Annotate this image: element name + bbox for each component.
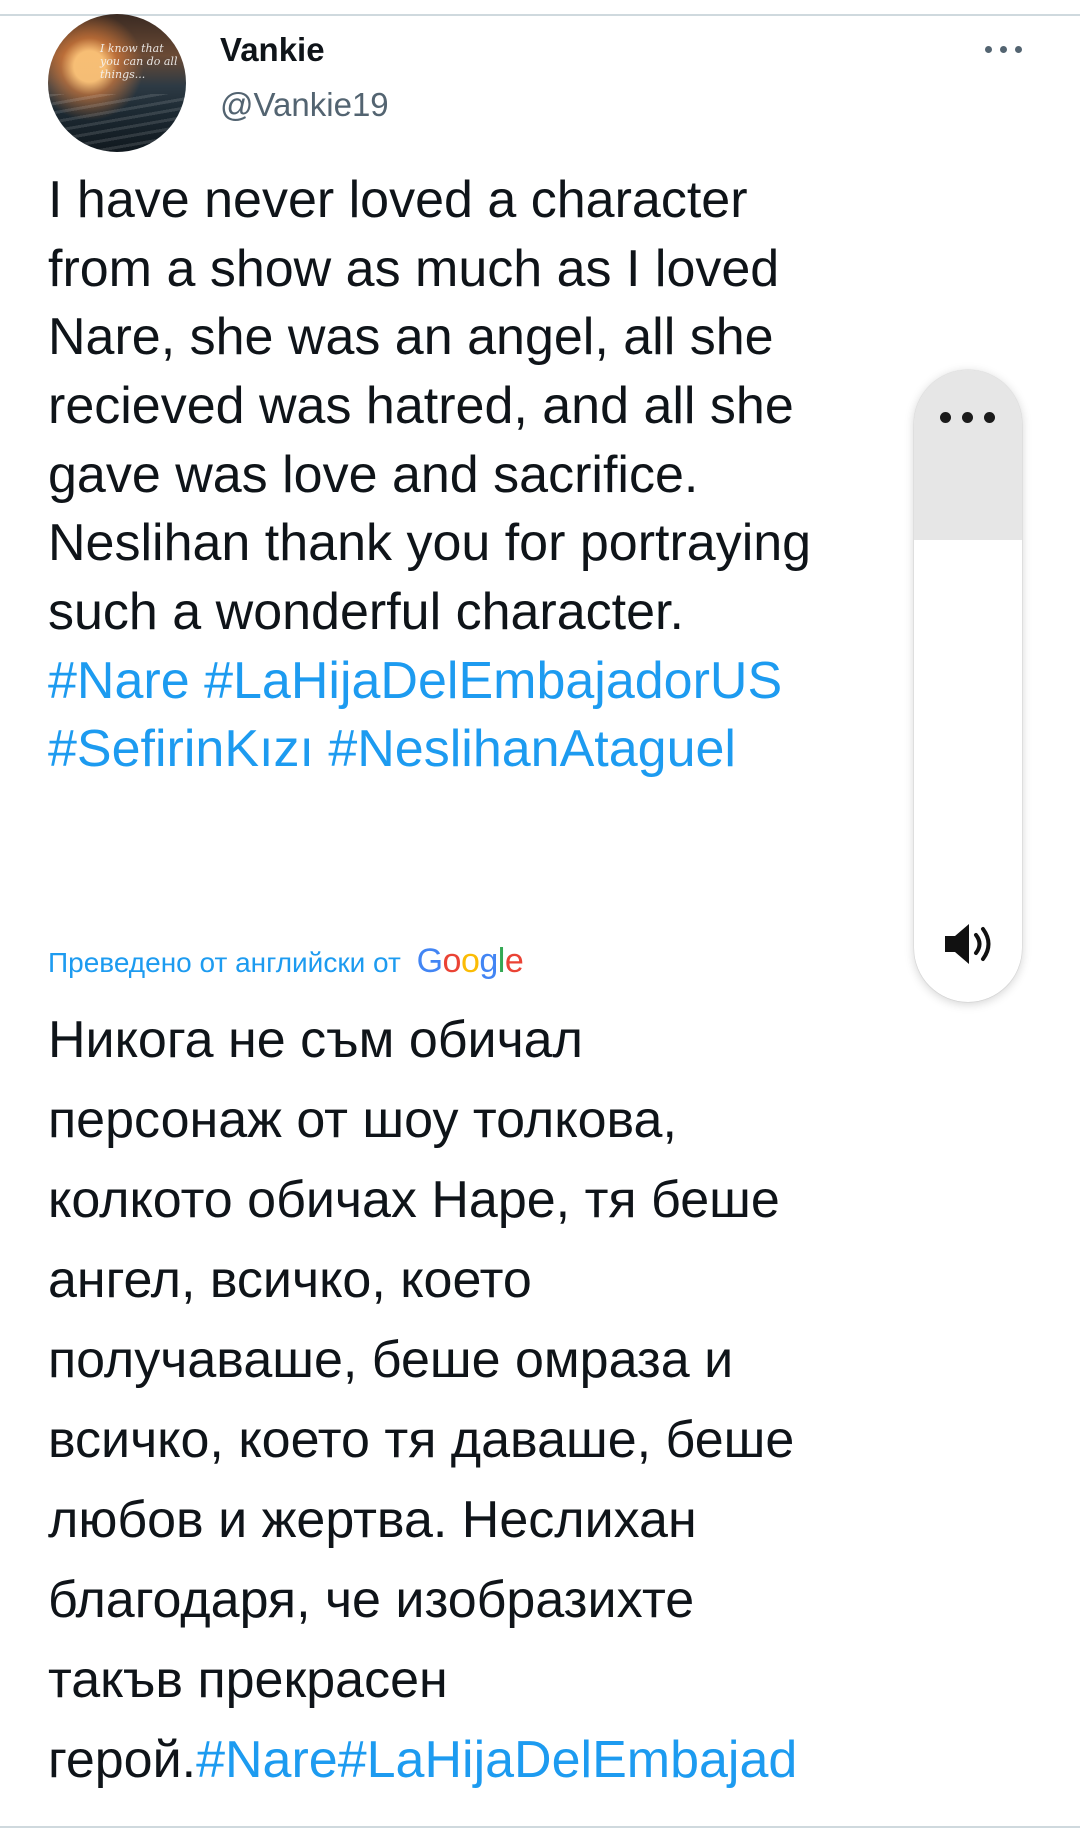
translated-text-line: такъв прекрасен	[48, 1651, 448, 1709]
translated-text-line: всичко, което тя даваше, беше	[48, 1411, 795, 1469]
translated-text-line: ангел, всичко, което	[48, 1251, 532, 1309]
google-logo-letter: e	[504, 942, 524, 980]
read-aloud-panel[interactable]	[914, 370, 1022, 1002]
more-dots-icon	[940, 412, 951, 423]
translated-text-end: герой.	[48, 1731, 197, 1789]
tweet-text-line: gave was love and sacrifice.	[48, 446, 699, 504]
top-divider	[0, 14, 1080, 16]
translated-text-line: колкото обичах Наре, тя беше	[48, 1171, 780, 1229]
more-dots-icon	[1000, 46, 1007, 53]
tweet-text-line: such a wonderful character.	[48, 583, 684, 641]
speaker-icon[interactable]	[941, 918, 997, 970]
panel-menu-button[interactable]	[940, 412, 996, 428]
translation-label: Преведено от английски от	[48, 947, 401, 978]
more-dots-icon	[984, 412, 995, 423]
tweet-text-line: I have never loved a character	[48, 171, 748, 229]
translated-text-line: любов и жертва. Неслихан	[48, 1491, 697, 1549]
more-options-button[interactable]	[983, 32, 1025, 66]
more-dots-icon	[962, 412, 973, 423]
user-handle[interactable]: @Vankie19	[220, 85, 389, 125]
translated-text-line-last: герой.#Nare#LaHijaDelEmbajad	[48, 1726, 1008, 1794]
bottom-divider	[0, 1826, 1080, 1828]
translated-text-line: Никога не съм обичал	[48, 1011, 583, 1069]
google-logo-letter: G	[416, 942, 443, 980]
more-dots-icon	[985, 46, 992, 53]
tweet-text-line: recieved was hatred, and all she	[48, 377, 794, 435]
tweet-text-line: Neslihan thank you for portraying	[48, 514, 812, 572]
display-name[interactable]: Vankie	[220, 30, 325, 70]
google-logo: Google	[417, 942, 524, 980]
hashtag-line[interactable]: #Nare #LaHijaDelEmbajadorUS	[48, 647, 920, 715]
more-dots-icon	[1015, 46, 1022, 53]
google-logo-letter: g	[479, 942, 498, 980]
translated-hashtags[interactable]: #Nare#LaHijaDelEmbajad	[196, 1731, 797, 1789]
translated-text-line: благодаря, че изобразихте	[48, 1571, 695, 1629]
translated-text-line: получаваше, беше омраза и	[48, 1331, 734, 1389]
tweet-text-line: from a show as much as I loved	[48, 240, 780, 298]
hashtag-line[interactable]: #SefirinKızı #NeslihanAtaguel	[48, 715, 920, 783]
tweet-text-line: Nare, she was an angel, all she	[48, 308, 774, 366]
avatar-sea	[48, 94, 186, 152]
google-logo-letter: l	[497, 942, 506, 980]
avatar-quote: I know that you can do all things...	[100, 42, 178, 81]
translated-text-line: персонаж от шоу толкова,	[48, 1091, 677, 1149]
google-logo-letter: o	[442, 942, 462, 980]
panel-drag-handle[interactable]	[914, 370, 1022, 540]
avatar[interactable]: I know that you can do all things...	[48, 14, 186, 152]
google-logo-letter: o	[460, 942, 480, 980]
translation-attribution[interactable]: Преведено от английски от Google	[48, 933, 524, 991]
